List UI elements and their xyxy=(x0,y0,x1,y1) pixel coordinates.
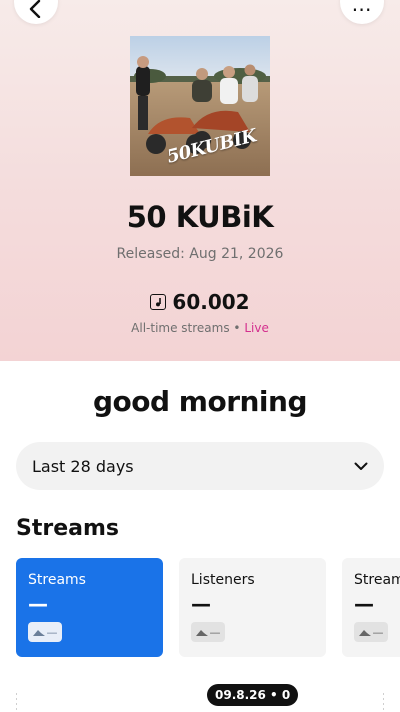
stat-card-clip: Streams — — xyxy=(342,558,400,657)
separator-dot: • xyxy=(233,321,241,335)
stat-card-value: — xyxy=(191,592,211,616)
stat-card-streams-2[interactable]: Streams — — xyxy=(342,558,400,657)
greeting-heading: good morning xyxy=(92,385,308,418)
chart-gridline xyxy=(16,693,17,712)
trend-value: — xyxy=(46,625,58,639)
alltime-streams-caption: All-time streams • Live xyxy=(0,321,400,335)
trend-value: — xyxy=(372,625,384,639)
stat-card-label: Streams xyxy=(354,572,400,588)
trend-badge: — xyxy=(191,622,225,642)
date-range-value: Last 28 days xyxy=(32,456,134,476)
stat-card-label: Listeners xyxy=(191,572,255,588)
chevron-down-icon xyxy=(354,462,368,470)
release-cover-art: 50KUBIK xyxy=(130,36,270,176)
chart-gridline xyxy=(383,693,384,712)
stat-card-label: Streams xyxy=(28,572,86,588)
chart-date-badge: 09.8.26 • 0 xyxy=(207,684,299,706)
stat-card-value: — xyxy=(354,592,374,616)
music-note-icon xyxy=(150,294,167,310)
stat-card-listeners[interactable]: Listeners — — xyxy=(179,558,326,657)
more-horizontal-icon: ⋯ xyxy=(351,0,373,21)
stat-card-streams[interactable]: Streams — — xyxy=(16,558,163,657)
release-title: 50 KUBiK xyxy=(126,200,274,234)
alltime-streams-count: 60.002 xyxy=(172,290,250,314)
mountain-trend-icon xyxy=(195,629,208,636)
mountain-trend-icon xyxy=(358,629,371,636)
mountain-trend-icon xyxy=(32,629,45,636)
release-date: Released: Aug 21, 2026 xyxy=(116,246,284,262)
trend-badge: — xyxy=(28,622,62,642)
stat-card-value: — xyxy=(28,592,48,616)
alltime-label: All-time streams xyxy=(131,321,230,335)
date-range-select[interactable]: Last 28 days xyxy=(16,442,384,490)
trend-value: — xyxy=(209,625,221,639)
live-indicator: Live xyxy=(244,321,269,335)
chevron-left-icon xyxy=(29,0,41,18)
stats-section-title: Streams xyxy=(16,516,119,541)
trend-badge: — xyxy=(354,622,388,642)
alltime-streams-row: 60.002 xyxy=(0,290,400,314)
